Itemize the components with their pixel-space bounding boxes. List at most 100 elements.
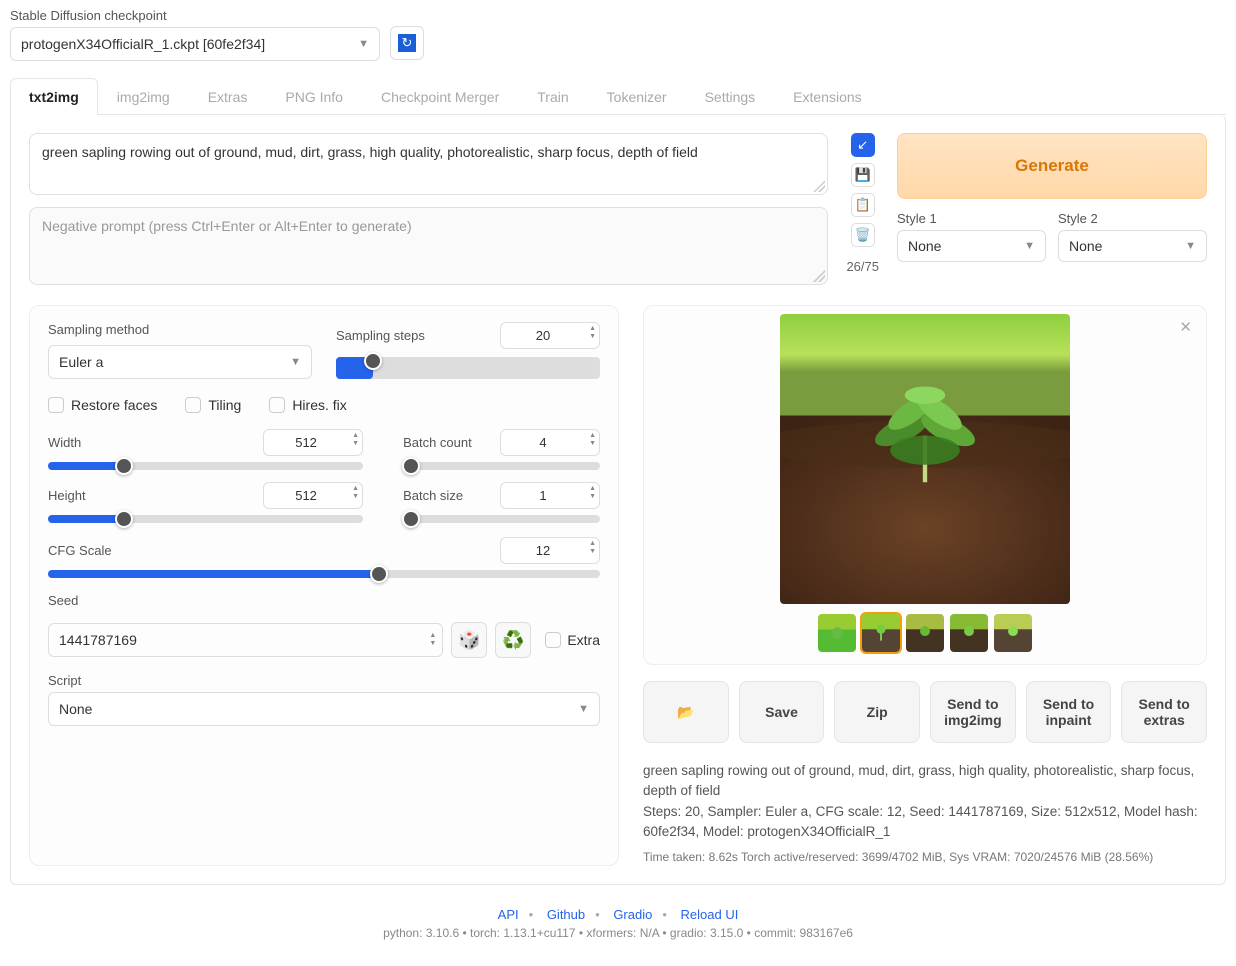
width-input[interactable]: 512 — [263, 429, 363, 456]
resize-handle-icon[interactable] — [813, 180, 825, 192]
thumbnail[interactable] — [994, 614, 1032, 652]
send-to-inpaint-button[interactable]: Send to inpaint — [1026, 681, 1112, 743]
tab-settings[interactable]: Settings — [686, 78, 775, 115]
paste-button[interactable]: 📋 — [851, 193, 875, 217]
width-label: Width — [48, 435, 81, 450]
negative-prompt-input[interactable]: Negative prompt (press Ctrl+Enter or Alt… — [29, 207, 828, 285]
footer: API• Github• Gradio• Reload UI python: 3… — [10, 907, 1226, 940]
chevron-down-icon: ▼ — [358, 38, 369, 50]
thumbnail[interactable] — [950, 614, 988, 652]
clipboard-icon: 📋 — [855, 197, 871, 213]
restore-faces-checkbox[interactable]: Restore faces — [48, 397, 157, 413]
seed-label: Seed — [48, 593, 78, 608]
height-label: Height — [48, 488, 86, 503]
thumbnail[interactable] — [906, 614, 944, 652]
tab-checkpoint-merger[interactable]: Checkpoint Merger — [362, 78, 518, 115]
send-to-img2img-button[interactable]: Send to img2img — [930, 681, 1016, 743]
checkpoint-label: Stable Diffusion checkpoint — [10, 8, 380, 23]
token-counter: 26/75 — [846, 259, 879, 274]
tab-extensions[interactable]: Extensions — [774, 78, 880, 115]
spinner-icon[interactable]: ▲▼ — [352, 432, 359, 448]
interrogate-button[interactable]: ↙ — [851, 133, 875, 157]
width-slider[interactable] — [48, 462, 363, 470]
chevron-down-icon: ▼ — [1185, 240, 1196, 252]
output-image[interactable] — [780, 314, 1070, 604]
spinner-icon[interactable]: ▲▼ — [589, 485, 596, 501]
spinner-icon[interactable]: ▲▼ — [352, 485, 359, 501]
main-tabs: txt2img img2img Extras PNG Info Checkpoi… — [10, 77, 1226, 115]
seed-input[interactable]: 1441787169▲▼ — [48, 623, 443, 657]
tab-txt2img[interactable]: txt2img — [10, 78, 98, 115]
cfg-label: CFG Scale — [48, 543, 112, 558]
reuse-seed-button[interactable]: ♻️ — [495, 622, 531, 658]
sampling-steps-input[interactable]: 20 — [500, 322, 600, 349]
footer-link-api[interactable]: API — [498, 907, 519, 922]
height-slider[interactable] — [48, 515, 363, 523]
footer-link-reload[interactable]: Reload UI — [681, 907, 739, 922]
save-icon: 💾 — [855, 167, 871, 183]
script-select[interactable]: None ▼ — [48, 692, 600, 726]
thumbnail[interactable] — [818, 614, 856, 652]
refresh-checkpoint-button[interactable]: ↻ — [390, 26, 424, 60]
zip-button[interactable]: Zip — [834, 681, 920, 743]
spinner-icon[interactable]: ▲▼ — [589, 325, 596, 341]
sampling-steps-slider[interactable] — [336, 357, 600, 379]
extra-seed-checkbox[interactable]: Extra — [545, 632, 600, 648]
tiling-checkbox[interactable]: Tiling — [185, 397, 241, 413]
generation-info: green sapling rowing out of ground, mud,… — [643, 761, 1207, 866]
trash-icon: 🗑️ — [855, 227, 871, 243]
style1-label: Style 1 — [897, 211, 1046, 226]
style1-select[interactable]: None ▼ — [897, 230, 1046, 262]
tab-pnginfo[interactable]: PNG Info — [266, 78, 362, 115]
batch-count-slider[interactable] — [403, 462, 600, 470]
arrow-icon: ↙ — [857, 137, 868, 153]
open-folder-button[interactable]: 📂 — [643, 681, 729, 743]
hires-fix-checkbox[interactable]: Hires. fix — [269, 397, 346, 413]
thumbnail[interactable] — [862, 614, 900, 652]
sampling-method-select[interactable]: Euler a ▼ — [48, 345, 312, 379]
chevron-down-icon: ▼ — [1024, 240, 1035, 252]
send-to-extras-button[interactable]: Send to extras — [1121, 681, 1207, 743]
tab-extras[interactable]: Extras — [189, 78, 267, 115]
checkpoint-value: protogenX34OfficialR_1.ckpt [60fe2f34] — [21, 36, 265, 52]
footer-link-github[interactable]: Github — [547, 907, 585, 922]
resize-handle-icon[interactable] — [813, 270, 825, 282]
recycle-icon: ♻️ — [502, 630, 524, 651]
height-input[interactable]: 512 — [263, 482, 363, 509]
chevron-down-icon: ▼ — [290, 356, 301, 368]
cfg-slider[interactable] — [48, 570, 600, 578]
close-icon[interactable]: ✕ — [1179, 318, 1192, 336]
sampling-method-label: Sampling method — [48, 322, 312, 337]
random-seed-button[interactable]: 🎲 — [451, 622, 487, 658]
spinner-icon[interactable]: ▲▼ — [589, 540, 596, 556]
spinner-icon[interactable]: ▲▼ — [429, 632, 436, 648]
spinner-icon[interactable]: ▲▼ — [589, 432, 596, 448]
clear-button[interactable]: 🗑️ — [851, 223, 875, 247]
batch-size-label: Batch size — [403, 488, 463, 503]
tab-train[interactable]: Train — [518, 78, 587, 115]
generate-button[interactable]: Generate — [897, 133, 1207, 199]
save-prompt-button[interactable]: 💾 — [851, 163, 875, 187]
tab-tokenizer[interactable]: Tokenizer — [588, 78, 686, 115]
batch-size-input[interactable]: 1 — [500, 482, 600, 509]
style2-label: Style 2 — [1058, 211, 1207, 226]
version-info: python: 3.10.6 • torch: 1.13.1+cu117 • x… — [10, 926, 1226, 940]
prompt-input[interactable]: green sapling rowing out of ground, mud,… — [29, 133, 828, 195]
script-label: Script — [48, 673, 81, 688]
folder-icon: 📂 — [677, 704, 694, 721]
refresh-icon: ↻ — [398, 34, 416, 52]
footer-link-gradio[interactable]: Gradio — [613, 907, 652, 922]
batch-size-slider[interactable] — [403, 515, 600, 523]
output-gallery: ✕ — [643, 305, 1207, 665]
checkpoint-select[interactable]: protogenX34OfficialR_1.ckpt [60fe2f34] ▼ — [10, 27, 380, 61]
batch-count-input[interactable]: 4 — [500, 429, 600, 456]
save-button[interactable]: Save — [739, 681, 825, 743]
sampling-steps-label: Sampling steps — [336, 328, 425, 343]
dice-icon: 🎲 — [458, 630, 480, 651]
tab-img2img[interactable]: img2img — [98, 78, 189, 115]
thumbnail-row — [652, 614, 1198, 652]
settings-panel: Sampling method Euler a ▼ Sampling steps… — [29, 305, 619, 866]
cfg-input[interactable]: 12 — [500, 537, 600, 564]
chevron-down-icon: ▼ — [578, 703, 589, 715]
style2-select[interactable]: None ▼ — [1058, 230, 1207, 262]
